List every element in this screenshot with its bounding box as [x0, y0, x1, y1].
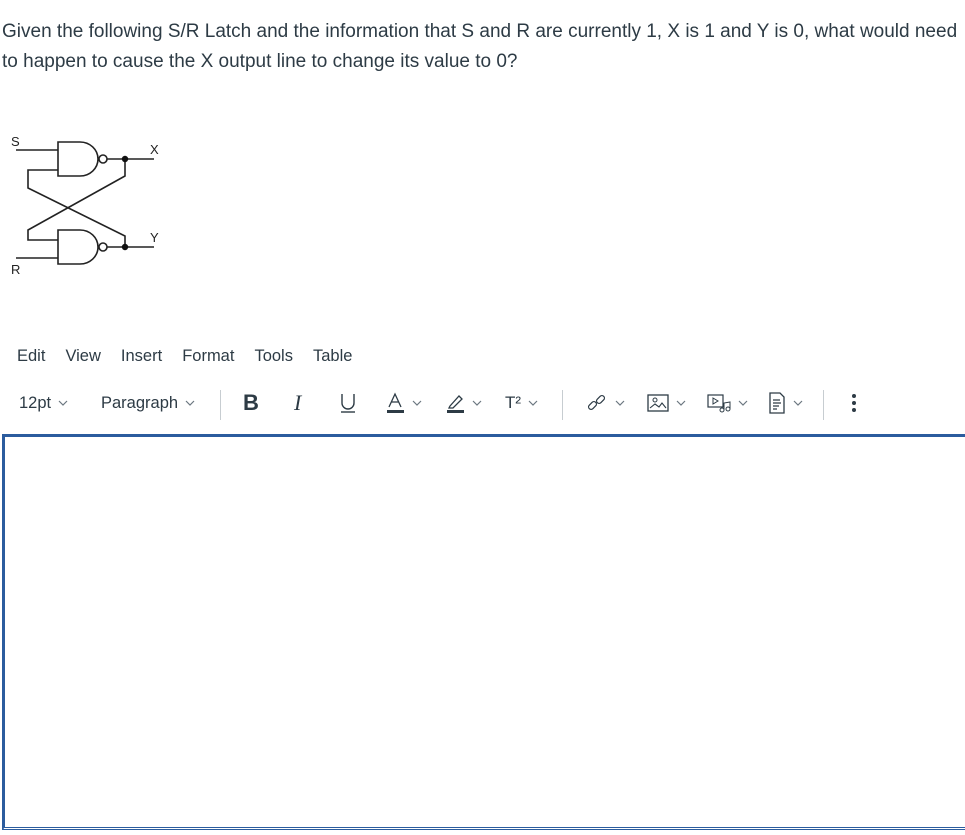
text-color-button[interactable] [385, 388, 423, 418]
highlighter-icon [447, 395, 464, 413]
bold-button[interactable]: B [243, 388, 259, 418]
chevron-down-icon [58, 400, 68, 406]
label-s: S [11, 134, 20, 149]
more-options-button[interactable] [850, 388, 858, 418]
menu-tools[interactable]: Tools [254, 344, 293, 368]
chevron-down-icon [738, 400, 748, 406]
rich-text-editor-area[interactable] [2, 434, 965, 830]
toolbar-divider [562, 390, 563, 420]
sr-latch-diagram: S R X Y [4, 126, 172, 288]
font-size-select[interactable]: 12pt [19, 388, 69, 418]
menu-view[interactable]: View [65, 344, 100, 368]
image-icon [647, 394, 669, 412]
junction-dot-y [121, 243, 129, 251]
label-x: X [150, 142, 159, 157]
toolbar-divider [220, 390, 221, 420]
link-icon [587, 394, 606, 411]
question-text: Given the following S/R Latch and the in… [2, 21, 958, 72]
superscript-icon: T² [505, 393, 522, 412]
chevron-down-icon [412, 400, 422, 406]
menu-format[interactable]: Format [182, 344, 234, 368]
nand-gate-bottom [57, 229, 99, 265]
underline-button[interactable] [339, 388, 357, 418]
italic-button[interactable]: I [294, 388, 301, 418]
menu-insert[interactable]: Insert [121, 344, 162, 368]
link-button[interactable] [586, 388, 626, 418]
chevron-down-icon [472, 400, 482, 406]
inverter-bubble-bottom [98, 242, 108, 252]
font-size-value: 12pt [19, 393, 52, 412]
block-format-value: Paragraph [101, 393, 179, 412]
label-r: R [11, 262, 20, 277]
block-format-select[interactable]: Paragraph [101, 388, 196, 418]
chevron-down-icon [676, 400, 686, 406]
bold-icon: B [243, 390, 259, 415]
document-button[interactable] [768, 388, 804, 418]
junction-dot-x [121, 155, 129, 163]
editor-toolbar: 12pt Paragraph B I T² [19, 388, 965, 420]
menu-table[interactable]: Table [313, 344, 352, 368]
chevron-down-icon [185, 400, 195, 406]
editor-menubar: Edit View Insert Format Tools Table [17, 344, 372, 368]
highlight-color-button[interactable] [445, 388, 483, 418]
chevron-down-icon [793, 400, 803, 406]
label-y: Y [150, 230, 159, 245]
image-button[interactable] [647, 388, 687, 418]
chevron-down-icon [615, 400, 625, 406]
superscript-button[interactable]: T² [505, 388, 539, 418]
menu-edit[interactable]: Edit [17, 344, 45, 368]
chevron-down-icon [528, 400, 538, 406]
italic-icon: I [294, 390, 302, 415]
text-color-icon [387, 392, 404, 413]
document-icon [769, 392, 785, 414]
toolbar-divider [823, 390, 824, 420]
underline-icon [341, 394, 355, 413]
inverter-bubble-top [98, 154, 108, 164]
media-icon [707, 394, 731, 413]
nand-gate-top [57, 141, 99, 177]
media-button[interactable] [707, 388, 749, 418]
more-options-icon [852, 394, 856, 412]
